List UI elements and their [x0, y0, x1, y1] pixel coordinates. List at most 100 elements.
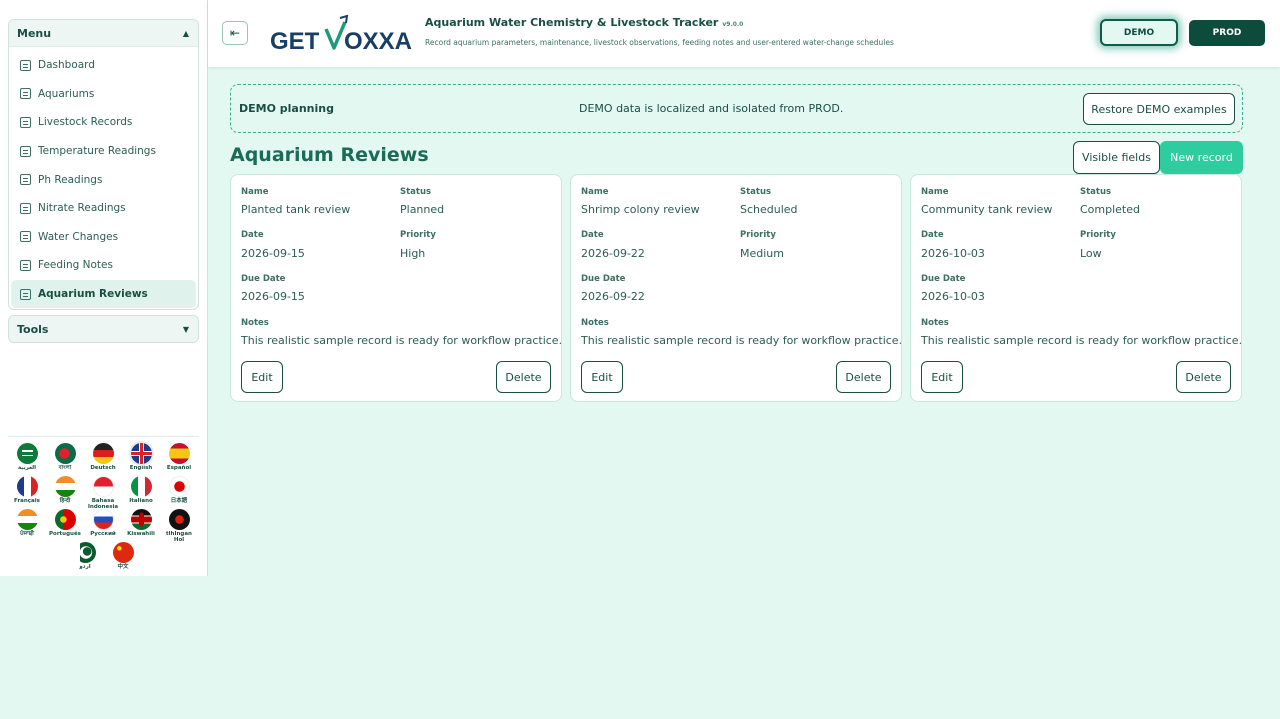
sidebar-item-livestock-records[interactable]: Livestock Records: [11, 108, 196, 137]
field-label-status: Status: [740, 187, 772, 197]
app-title: Aquarium Water Chemistry & Livestock Tra…: [425, 16, 743, 29]
sidebar-item-label: Ph Readings: [38, 173, 103, 186]
germany-flag-icon: [92, 443, 114, 464]
field-value-notes: This realistic sample record is ready fo…: [921, 334, 1243, 347]
collapse-sidebar-button[interactable]: ⇤: [222, 21, 248, 45]
lang-label: हिन्दी: [59, 498, 71, 504]
list-icon: [20, 231, 31, 243]
restore-demo-button[interactable]: Restore DEMO examples: [1083, 93, 1235, 125]
sidebar-item-dashboard[interactable]: Dashboard: [11, 51, 196, 80]
demo-mode-button[interactable]: DEMO: [1100, 19, 1178, 46]
lang-label: বাংলা: [58, 465, 72, 471]
edit-button[interactable]: Edit: [921, 361, 963, 393]
banner-title: DEMO planning: [239, 102, 334, 115]
china-flag-icon: [112, 542, 134, 563]
field-value-notes: This realistic sample record is ready fo…: [241, 334, 563, 347]
edit-button[interactable]: Edit: [581, 361, 623, 393]
lang-arabic[interactable]: العربية: [10, 443, 44, 471]
field-value-name: Planted tank review: [241, 203, 351, 216]
sidebar-item-label: Aquarium Reviews: [38, 288, 148, 301]
lang-punjabi[interactable]: ਪੰਜਾਬੀ: [10, 509, 44, 537]
lang-japanese[interactable]: 日本語: [162, 476, 196, 504]
lang-label: Русский: [90, 531, 116, 537]
lang-hindi[interactable]: हिन्दी: [48, 476, 82, 504]
field-value-date: 2026-09-15: [241, 247, 305, 260]
field-label-notes: Notes: [581, 318, 609, 328]
sidebar-item-aquariums[interactable]: Aquariums: [11, 80, 196, 109]
lang-label: Deutsch: [90, 465, 116, 471]
lang-swahili[interactable]: Kiswahili: [124, 509, 158, 537]
pakistan-flag-icon: [74, 542, 96, 563]
edit-button[interactable]: Edit: [241, 361, 283, 393]
lang-english[interactable]: English: [124, 443, 158, 471]
lang-urdu[interactable]: اردو: [68, 542, 102, 570]
india-flag-icon: [54, 476, 76, 497]
sidebar-item-temperature-readings[interactable]: Temperature Readings: [11, 137, 196, 166]
lang-label: ਪੰਜਾਬੀ: [20, 531, 34, 537]
lang-portuguese[interactable]: Português: [48, 509, 82, 537]
new-record-button[interactable]: New record: [1160, 141, 1243, 174]
lang-label: tlhIngan Hol: [166, 531, 192, 543]
field-label-date: Date: [241, 230, 264, 240]
lang-chinese[interactable]: 中文: [106, 542, 140, 570]
sidebar-item-water-changes[interactable]: Water Changes: [11, 223, 196, 252]
field-value-date: 2026-10-03: [921, 247, 985, 260]
chevron-up-icon: ▲: [182, 28, 189, 38]
lang-label: 日本語: [170, 498, 188, 504]
sidebar-item-label: Livestock Records: [38, 116, 133, 129]
portugal-flag-icon: [54, 509, 76, 530]
list-icon: [20, 59, 31, 71]
field-value-status: Planned: [400, 203, 445, 216]
prod-mode-button[interactable]: PROD: [1189, 20, 1265, 46]
japan-flag-icon: [168, 476, 190, 497]
sidebar-item-aquarium-reviews[interactable]: Aquarium Reviews: [11, 279, 196, 309]
india-flag-icon: [16, 509, 38, 530]
field-value-priority: High: [400, 247, 426, 260]
lang-label: Español: [166, 465, 192, 471]
page-title: Aquarium Reviews: [230, 144, 429, 166]
lang-klingon[interactable]: tlhIngan Hol: [162, 509, 196, 543]
sidebar-item-ph-readings[interactable]: Ph Readings: [11, 165, 196, 194]
menu-header[interactable]: Menu ▲: [9, 20, 198, 47]
klingon-emblem-icon: [168, 509, 190, 530]
lang-indonesian[interactable]: Bahasa Indonesia: [86, 476, 120, 510]
logo-text-left: GET: [270, 28, 320, 54]
delete-button[interactable]: Delete: [496, 361, 551, 393]
language-picker: العربية বাংলা Deutsch English Español Fr…: [8, 436, 199, 574]
delete-button[interactable]: Delete: [1176, 361, 1231, 393]
sidebar-item-feeding-notes[interactable]: Feeding Notes: [11, 251, 196, 280]
saudi-flag-icon: [16, 443, 38, 464]
lang-german[interactable]: Deutsch: [86, 443, 120, 471]
delete-button[interactable]: Delete: [836, 361, 891, 393]
tools-panel-toggle[interactable]: Tools ▼: [8, 315, 199, 343]
visible-fields-button[interactable]: Visible fields: [1073, 141, 1160, 174]
list-icon: [20, 145, 31, 157]
lang-bengali[interactable]: বাংলা: [48, 443, 82, 471]
sidebar-item-nitrate-readings[interactable]: Nitrate Readings: [11, 194, 196, 223]
record-card: Name Planted tank review Status Planned …: [230, 174, 562, 402]
field-value-status: Scheduled: [740, 203, 798, 216]
field-label-name: Name: [581, 187, 609, 197]
sidebar-collapse-icon: ⇤: [229, 26, 241, 40]
kenya-flag-icon: [130, 509, 152, 530]
lang-french[interactable]: Français: [10, 476, 44, 504]
field-label-priority: Priority: [740, 230, 776, 240]
field-value-name: Shrimp colony review: [581, 203, 700, 216]
field-label-date: Date: [581, 230, 604, 240]
lang-italian[interactable]: Italiano: [124, 476, 158, 504]
demo-banner: DEMO planning DEMO data is localized and…: [230, 84, 1243, 133]
lang-label: English: [129, 465, 153, 471]
sidebar-item-label: Feeding Notes: [38, 259, 113, 272]
sidebar-item-label: Temperature Readings: [38, 145, 156, 158]
field-value-priority: Low: [1080, 247, 1102, 260]
field-label-status: Status: [400, 187, 432, 197]
field-label-notes: Notes: [241, 318, 269, 328]
logo-graphic: GET OXXA: [270, 14, 412, 55]
uk-flag-icon: [130, 443, 152, 464]
field-label-due-date: Due Date: [581, 274, 626, 284]
field-label-due-date: Due Date: [921, 274, 966, 284]
sidebar-item-label: Nitrate Readings: [38, 202, 126, 215]
lang-spanish[interactable]: Español: [162, 443, 196, 471]
lang-russian[interactable]: Русский: [86, 509, 120, 537]
menu-panel: Menu ▲ Dashboard Aquariums Livestock Rec…: [8, 19, 199, 310]
